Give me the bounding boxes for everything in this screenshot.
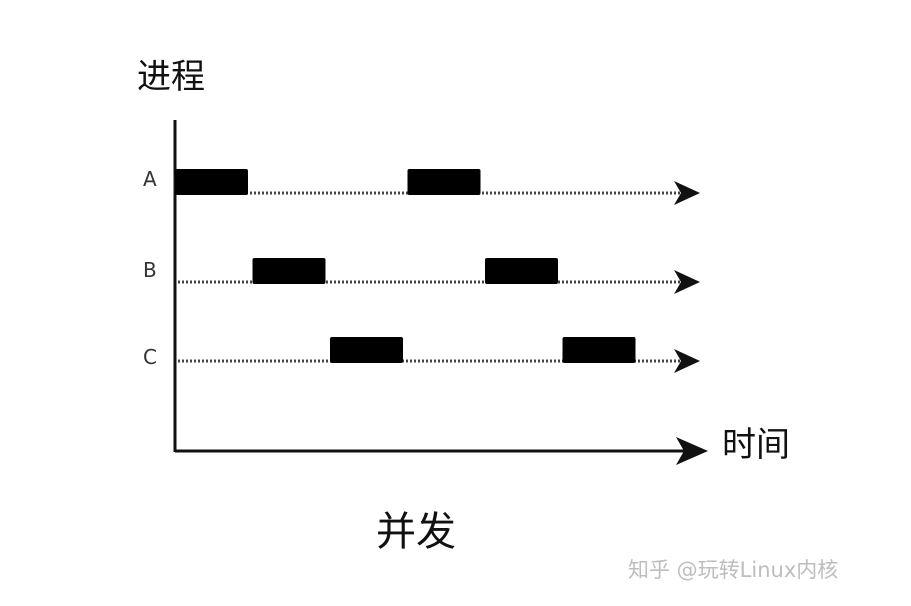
process-label-a: A: [143, 167, 157, 191]
timeline-arrow-icon: [674, 270, 700, 294]
process-label-b: B: [143, 258, 157, 282]
diagram-caption: 并发: [376, 509, 456, 555]
running-block-a-1: [175, 169, 248, 195]
y-axis-title: 进程: [137, 57, 205, 97]
running-block-a-4: [407, 169, 481, 195]
running-block-c-6: [562, 337, 636, 363]
running-block-c-3: [330, 337, 403, 363]
watermark: 知乎 @玩转Linux内核: [628, 558, 839, 582]
timeline-arrow-icon: [674, 349, 700, 373]
timeline-arrow-icon: [674, 181, 700, 205]
running-block-b-5: [485, 258, 558, 284]
process-label-c: C: [143, 345, 157, 369]
running-block-b-2: [252, 258, 326, 284]
process-rows: [175, 169, 700, 373]
x-axis-title: 时间: [722, 425, 790, 465]
